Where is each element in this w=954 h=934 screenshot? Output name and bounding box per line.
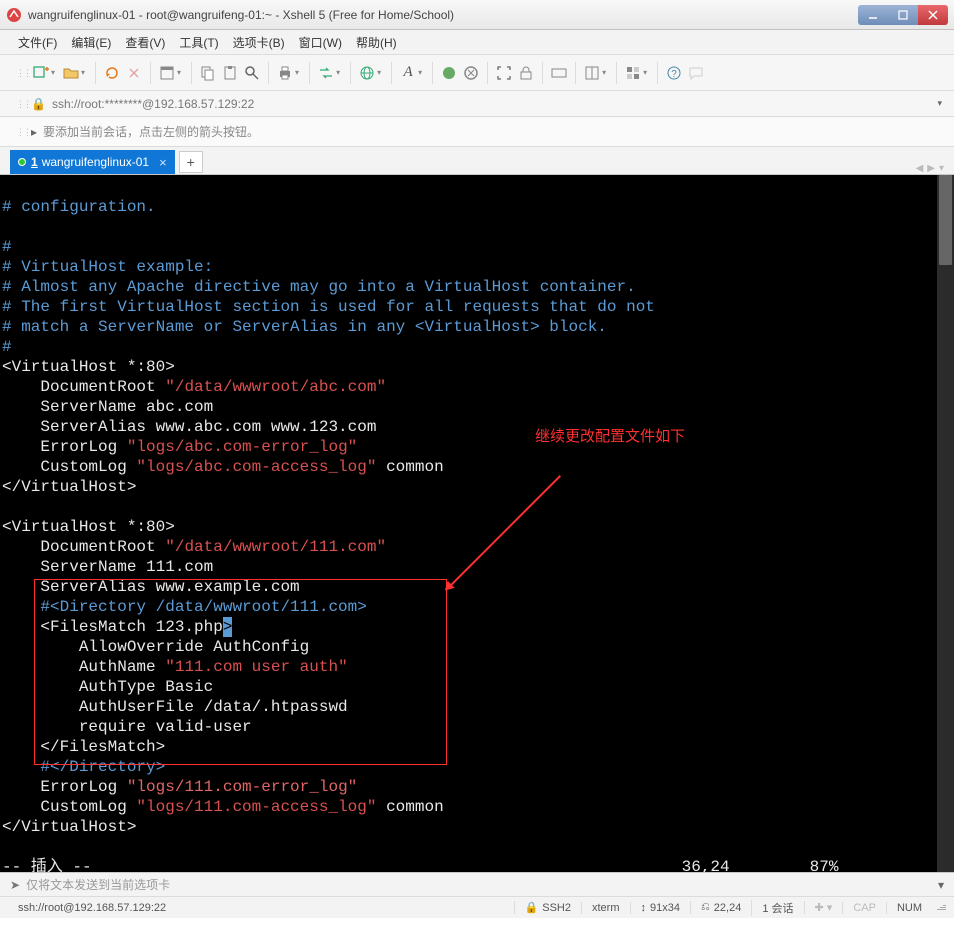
menu-help[interactable]: 帮助(H) (356, 34, 397, 51)
annotation-text: 继续更改配置文件如下 (535, 427, 685, 447)
scrollbar-thumb[interactable] (939, 175, 952, 265)
tab-list-icon[interactable]: ▾ (939, 163, 944, 174)
tab-number: 1 (31, 155, 38, 169)
tab-close-icon[interactable]: × (159, 155, 167, 170)
menu-tabs[interactable]: 选项卡(B) (233, 34, 285, 51)
layout-icon[interactable] (582, 63, 602, 83)
status-bar: ssh://root@192.168.57.129:22 🔒SSH2 xterm… (0, 896, 954, 918)
terminal[interactable]: # configuration. # # VirtualHost example… (0, 175, 954, 872)
menu-file[interactable]: 文件(F) (18, 34, 57, 51)
status-dot-icon (18, 158, 26, 166)
tab-prev-icon[interactable]: ◀ (916, 163, 924, 174)
add-session-icon[interactable]: ▸ (31, 125, 37, 139)
hint-text: 要添加当前会话，点击左侧的箭头按钮。 (43, 123, 259, 140)
address-dropdown-icon[interactable]: ▾ (937, 98, 942, 109)
open-icon[interactable] (61, 63, 81, 83)
help-icon[interactable]: ? (664, 63, 684, 83)
addr-grip[interactable]: ⋮⋮ (16, 102, 23, 106)
hint-grip[interactable]: ⋮⋮ (16, 130, 23, 134)
toolbar-grip[interactable]: ⋮⋮ (16, 71, 23, 75)
window-title: wangruifenglinux-01 - root@wangruifeng-0… (28, 8, 858, 22)
script-icon[interactable] (439, 63, 459, 83)
menu-view[interactable]: 查看(V) (125, 34, 165, 51)
lock-icon[interactable] (516, 63, 536, 83)
menu-edit[interactable]: 编辑(E) (71, 34, 111, 51)
compose-icon: ➤ (10, 878, 20, 892)
session-tab[interactable]: 1 wangruifenglinux-01 × (10, 150, 175, 174)
compose-dropdown-icon[interactable]: ▾ (938, 878, 944, 892)
transfer-icon[interactable] (316, 63, 336, 83)
paste-icon[interactable] (220, 63, 240, 83)
properties-icon[interactable] (157, 63, 177, 83)
print-icon[interactable] (275, 63, 295, 83)
menu-tools[interactable]: 工具(T) (179, 34, 218, 51)
keyboard-icon[interactable] (549, 63, 569, 83)
titlebar: wangruifenglinux-01 - root@wangruifeng-0… (0, 0, 954, 30)
tab-nav: ◀ ▶ ▾ (916, 163, 944, 174)
secure-icon: 🔒 (525, 901, 539, 914)
tile-icon[interactable] (623, 63, 643, 83)
status-sessions: 1 会话 (751, 900, 803, 916)
status-size: ↕91x34 (630, 902, 690, 914)
status-connection: ssh://root@192.168.57.129:22 (8, 902, 514, 914)
svg-text:?: ? (671, 69, 677, 80)
status-cap: CAP (842, 902, 886, 914)
compose-placeholder: 仅将文本发送到当前选项卡 (26, 876, 170, 893)
find-icon[interactable] (242, 63, 262, 83)
annotation-box (34, 579, 447, 765)
globe-icon[interactable] (357, 63, 377, 83)
copy-icon[interactable] (198, 63, 218, 83)
new-session-icon[interactable] (31, 63, 51, 83)
minimize-button[interactable] (858, 5, 888, 25)
fullscreen-icon[interactable] (494, 63, 514, 83)
address-text[interactable]: ssh://root:********@192.168.57.129:22 (52, 97, 254, 111)
hint-bar: ⋮⋮ ▸ 要添加当前会话，点击左侧的箭头按钮。 (0, 117, 954, 147)
script2-icon[interactable] (461, 63, 481, 83)
tab-bar: 1 wangruifenglinux-01 × + ◀ ▶ ▾ (0, 147, 954, 175)
annotation-line (446, 475, 560, 589)
app-icon (6, 7, 22, 23)
close-button[interactable] (918, 5, 948, 25)
reconnect-icon[interactable] (102, 63, 122, 83)
disconnect-icon[interactable] (124, 63, 144, 83)
font-icon[interactable]: A (398, 63, 418, 83)
address-bar: ⋮⋮ 🔒 ssh://root:********@192.168.57.129:… (0, 91, 954, 117)
resize-grip[interactable] (932, 905, 946, 910)
menubar: 文件(F) 编辑(E) 查看(V) 工具(T) 选项卡(B) 窗口(W) 帮助(… (0, 30, 954, 55)
status-cursor: ⎌22,24 (690, 901, 751, 914)
tab-label: wangruifenglinux-01 (42, 155, 149, 169)
tab-next-icon[interactable]: ▶ (927, 163, 935, 174)
vertical-scrollbar[interactable] (937, 175, 954, 872)
lock-small-icon: 🔒 (31, 97, 46, 111)
feedback-icon[interactable] (686, 63, 706, 83)
status-plus: ✚ ▾ (804, 901, 843, 914)
menu-window[interactable]: 窗口(W) (299, 34, 342, 51)
toolbar: ⋮⋮ ▾ ▾ ▾ ▾ ▾ ▾ A▾ ▾ ▾ ? (0, 55, 954, 91)
status-num: NUM (886, 902, 932, 914)
maximize-button[interactable] (888, 5, 918, 25)
compose-bar[interactable]: ➤ 仅将文本发送到当前选项卡 ▾ (0, 872, 954, 896)
status-term: xterm (581, 902, 630, 914)
new-tab-button[interactable]: + (179, 151, 203, 173)
status-protocol: 🔒SSH2 (514, 901, 581, 914)
